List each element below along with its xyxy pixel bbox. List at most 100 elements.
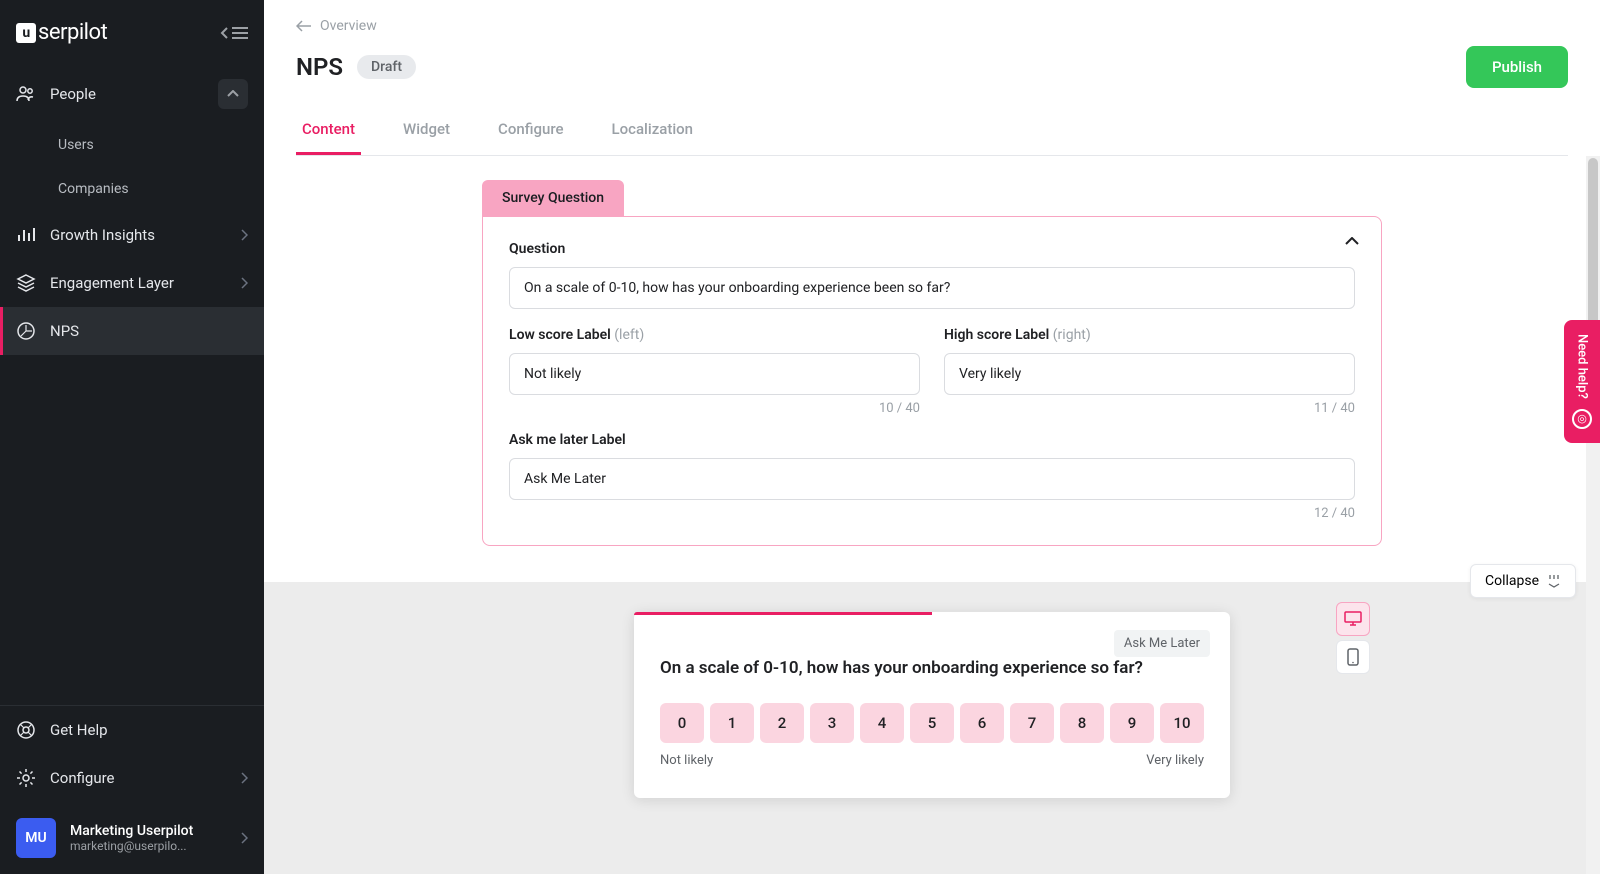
device-toggle (1336, 602, 1370, 674)
low-score-hint: (left) (614, 327, 644, 343)
page-title: NPS (296, 53, 343, 81)
desktop-view-button[interactable] (1336, 602, 1370, 636)
preview-scale: 0 1 2 3 4 5 6 7 8 9 10 (660, 703, 1204, 743)
collapse-card-button[interactable] (1345, 237, 1359, 246)
people-icon (16, 84, 36, 104)
scale-button-1[interactable]: 1 (710, 703, 754, 743)
ask-later-label: Ask me later Label (509, 432, 1355, 448)
preview-card: Ask Me Later On a scale of 0-10, how has… (634, 612, 1230, 798)
later-char-count: 12 / 40 (509, 506, 1355, 521)
scale-button-5[interactable]: 5 (910, 703, 954, 743)
sidebar-item-label: People (50, 85, 96, 103)
sidebar-item-label: Configure (50, 769, 115, 787)
scale-button-8[interactable]: 8 (1060, 703, 1104, 743)
tab-content[interactable]: Content (296, 106, 361, 155)
tab-widget[interactable]: Widget (397, 106, 456, 155)
arrow-left-icon (296, 20, 312, 32)
title-left: NPS Draft (296, 53, 416, 81)
help-label: Need help? (1575, 334, 1590, 399)
collapse-icon (1547, 574, 1561, 588)
gauge-icon (16, 321, 36, 341)
ask-later-input[interactable] (509, 458, 1355, 500)
tabs: Content Widget Configure Localization (296, 106, 1568, 156)
breadcrumb[interactable]: Overview (296, 18, 1568, 34)
layers-icon (16, 273, 36, 293)
preview-ask-later-button[interactable]: Ask Me Later (1114, 630, 1210, 657)
logo[interactable]: userpilot (16, 20, 107, 45)
sidebar-header: userpilot (0, 0, 264, 65)
scale-labels: Not likely Very likely (660, 753, 1204, 768)
collapse-label: Collapse (1485, 573, 1539, 589)
sidebar-item-nps[interactable]: NPS (0, 307, 264, 355)
sidebar-item-label: NPS (50, 322, 79, 340)
avatar: MU (16, 818, 56, 858)
scale-button-6[interactable]: 6 (960, 703, 1004, 743)
sidebar-item-companies[interactable]: Companies (0, 167, 264, 211)
mobile-icon (1347, 648, 1359, 666)
sidebar-item-label: Companies (58, 181, 129, 197)
high-score-hint: (right) (1053, 327, 1091, 343)
question-input[interactable] (509, 267, 1355, 309)
sidebar: userpilot People Users Companies (0, 0, 264, 874)
low-score-input[interactable] (509, 353, 920, 395)
high-char-count: 11 / 40 (944, 401, 1355, 416)
logo-text: serpilot (38, 20, 107, 45)
sidebar-item-label: Users (58, 137, 94, 153)
desktop-icon (1344, 611, 1362, 627)
preview-question: On a scale of 0-10, how has your onboard… (660, 656, 1204, 681)
breadcrumb-label: Overview (320, 18, 377, 34)
logo-mark: u (16, 23, 36, 43)
scale-button-4[interactable]: 4 (860, 703, 904, 743)
lifebuoy-icon (16, 720, 36, 740)
sidebar-item-engagement-layer[interactable]: Engagement Layer (0, 259, 264, 307)
chevron-right-icon (240, 772, 248, 784)
collapse-section-button[interactable] (218, 79, 248, 109)
account-switcher[interactable]: MU Marketing Userpilot marketing@userpil… (0, 802, 264, 874)
chevron-up-icon (1345, 237, 1359, 246)
scale-button-2[interactable]: 2 (760, 703, 804, 743)
high-score-label-text: High score Label (944, 327, 1049, 343)
editor-section: Survey Question Question Low score Label… (264, 156, 1600, 582)
sidebar-item-users[interactable]: Users (0, 123, 264, 167)
chevron-right-icon (240, 229, 248, 241)
publish-button[interactable]: Publish (1466, 46, 1568, 88)
scale-button-10[interactable]: 10 (1160, 703, 1204, 743)
scale-high-label: Very likely (1146, 753, 1204, 768)
tab-localization[interactable]: Localization (606, 106, 699, 155)
preview-section: Collapse Ask Me Later On a scale of 0-10… (264, 582, 1600, 874)
topbar: Overview NPS Draft Publish Content Widge… (264, 0, 1600, 156)
sidebar-item-get-help[interactable]: Get Help (0, 706, 264, 754)
lifebuoy-icon: ◎ (1572, 409, 1592, 429)
low-score-label-text: Low score Label (509, 327, 611, 343)
chart-icon (16, 225, 36, 245)
scale-button-9[interactable]: 9 (1110, 703, 1154, 743)
mobile-view-button[interactable] (1336, 640, 1370, 674)
scale-low-label: Not likely (660, 753, 713, 768)
low-char-count: 10 / 40 (509, 401, 920, 416)
main-content: Overview NPS Draft Publish Content Widge… (264, 0, 1600, 874)
content-area: Survey Question Question Low score Label… (264, 156, 1600, 874)
account-email: marketing@userpilo... (70, 839, 226, 853)
collapse-preview-button[interactable]: Collapse (1470, 564, 1576, 598)
account-name: Marketing Userpilot (70, 823, 226, 839)
sidebar-item-label: Engagement Layer (50, 274, 174, 292)
high-score-label: High score Label (right) (944, 327, 1355, 343)
high-score-input[interactable] (944, 353, 1355, 395)
sidebar-item-growth-insights[interactable]: Growth Insights (0, 211, 264, 259)
need-help-tab[interactable]: Need help? ◎ (1564, 320, 1600, 443)
chevron-right-icon (240, 832, 248, 844)
chevron-left-icon (220, 26, 230, 40)
account-info: Marketing Userpilot marketing@userpilo..… (70, 823, 226, 853)
collapse-sidebar-button[interactable] (220, 26, 248, 40)
scale-button-3[interactable]: 3 (810, 703, 854, 743)
tab-configure[interactable]: Configure (492, 106, 569, 155)
scale-button-7[interactable]: 7 (1010, 703, 1054, 743)
sidebar-nav: People Users Companies Growth Insights (0, 65, 264, 705)
sidebar-item-people[interactable]: People (0, 65, 264, 123)
chevron-up-icon (227, 90, 239, 98)
chevron-right-icon (240, 277, 248, 289)
sidebar-item-label: Get Help (50, 721, 108, 739)
section-tab[interactable]: Survey Question (482, 180, 624, 216)
sidebar-item-configure[interactable]: Configure (0, 754, 264, 802)
scale-button-0[interactable]: 0 (660, 703, 704, 743)
